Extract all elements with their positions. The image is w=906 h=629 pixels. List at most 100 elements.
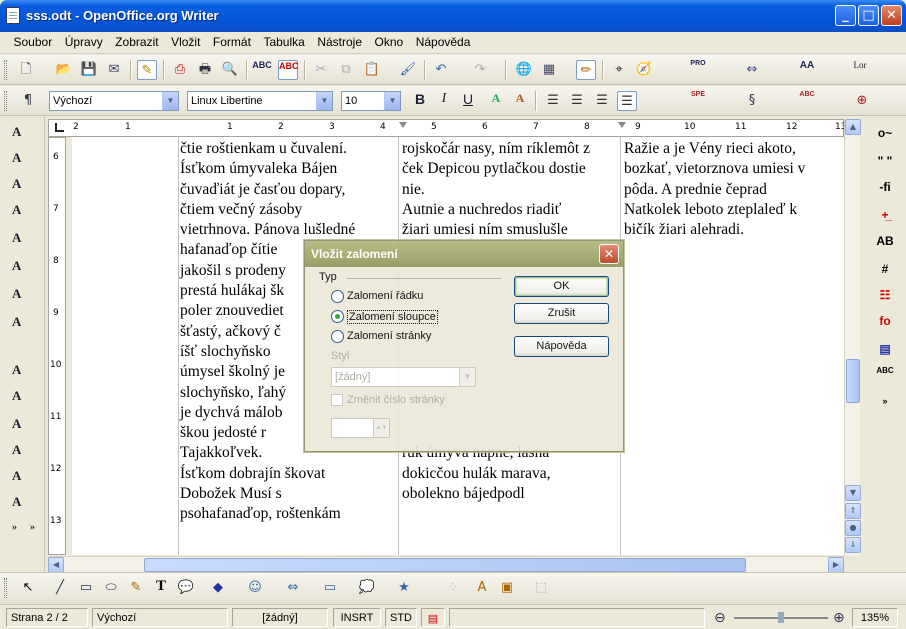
page-indicator[interactable]: Strana 2 / 2 (6, 608, 88, 627)
scroll-down-icon[interactable]: ▼ (845, 485, 861, 501)
zoom-slider-handle[interactable] (778, 612, 784, 623)
style-select[interactable]: [žádný] ▼ (331, 367, 476, 387)
cancel-button[interactable]: Zrušit (514, 303, 609, 324)
close-button[interactable]: ✕ (881, 5, 902, 26)
export-pdf-icon[interactable]: ⎙ (170, 60, 190, 80)
copy-icon[interactable]: ⧉ (336, 60, 356, 80)
arrows-icon[interactable]: ⇔ (742, 60, 762, 80)
font-name-select[interactable]: Linux Libertine ▼ (187, 91, 333, 111)
paragraph-style-select[interactable]: Výchozí ▼ (49, 91, 179, 111)
zoom-level[interactable]: 135% (852, 608, 898, 627)
scroll-thumb[interactable] (846, 359, 860, 403)
chevron-down-icon[interactable]: ▼ (459, 368, 475, 386)
indent-marker-icon[interactable] (399, 122, 407, 128)
table-icon[interactable]: ▦ (539, 60, 559, 80)
points-icon[interactable]: ⁘ (443, 578, 463, 598)
italic-button[interactable]: I (434, 91, 454, 111)
option-line-break-label[interactable]: Zalomení řádku (347, 290, 423, 302)
lorem-icon[interactable]: Lor (850, 60, 870, 80)
language-indicator[interactable]: [žádný] (232, 608, 328, 627)
zoom-out-icon[interactable]: ⊖ (714, 610, 726, 626)
previous-page-icon[interactable]: ⇑ (845, 503, 861, 519)
freeform-icon[interactable]: ✎ (126, 578, 146, 598)
ligature-icon[interactable]: -fi (872, 180, 898, 200)
page-style-indicator[interactable]: Výchozí (92, 608, 228, 627)
subscript-icon[interactable]: A (12, 468, 34, 488)
scroll-up-icon[interactable]: ▲ (845, 119, 861, 135)
toolbar-grip[interactable] (4, 91, 7, 111)
zoom-icon[interactable]: ⊕ (852, 91, 872, 111)
subscript-icon[interactable]: A (12, 442, 34, 462)
undo-icon[interactable]: ↶ (431, 60, 451, 80)
menu-tabulka[interactable]: Tabulka (259, 32, 308, 49)
navigator-icon[interactable]: 🧭 (634, 60, 654, 80)
signature-field[interactable] (449, 608, 705, 627)
ab-icon[interactable]: AB (872, 234, 898, 254)
quotes-icon[interactable]: " " (872, 154, 898, 174)
rectangle-icon[interactable]: ▭ (76, 578, 96, 598)
autospellcheck-icon[interactable]: ABC (278, 60, 299, 80)
superscript-icon[interactable]: A (12, 124, 34, 144)
chevron-down-icon[interactable]: ▼ (162, 92, 178, 110)
help-button[interactable]: Nápověda (514, 336, 609, 357)
email-icon[interactable]: ✉ (104, 60, 124, 80)
ellipse-icon[interactable]: ⬭ (101, 578, 121, 598)
menu-vlozit[interactable]: Vložit (167, 32, 204, 49)
line-icon[interactable]: ╱ (50, 578, 70, 598)
change-page-number-checkbox[interactable] (331, 394, 343, 406)
horizontal-scrollbar[interactable]: ◀ ▶ (48, 556, 844, 573)
justify-icon[interactable]: ☰ (617, 91, 637, 111)
vertical-ruler[interactable]: 6 7 8 9 10 11 12 13 (48, 137, 66, 555)
maximize-button[interactable]: □ (858, 5, 879, 26)
menu-zobrazit[interactable]: Zobrazit (111, 32, 162, 49)
toolbar-grip[interactable] (4, 60, 7, 80)
new-document-icon[interactable]: 🗋 (16, 60, 36, 80)
align-right-icon[interactable]: ☰ (592, 91, 612, 111)
subscript-icon[interactable]: A (12, 494, 34, 514)
insert-mode-indicator[interactable]: INSRT (333, 608, 381, 627)
menu-format[interactable]: Formát (209, 32, 255, 49)
superscript-icon[interactable]: A (12, 176, 34, 196)
scroll-left-icon[interactable]: ◀ (48, 557, 64, 573)
save-icon[interactable]: 💾 (79, 60, 99, 80)
superscript-icon[interactable]: A (12, 202, 34, 222)
select-arrow-icon[interactable]: ↖ (18, 578, 38, 598)
font-effects-icon[interactable]: A (486, 91, 506, 111)
scroll-thumb[interactable] (144, 558, 746, 572)
basic-shapes-icon[interactable]: ◆ (208, 578, 228, 598)
vertical-scrollbar[interactable]: ▲ ▼ ⇑ ● ⇓ (844, 119, 861, 556)
symbol-shapes-icon[interactable]: ☺ (245, 578, 265, 598)
superscript-icon[interactable]: A (12, 286, 34, 306)
toolbar-grip[interactable] (4, 578, 7, 598)
page-preview-icon[interactable]: 🔍 (220, 60, 240, 80)
chevron-down-icon[interactable]: ▼ (316, 92, 332, 110)
redo-icon[interactable]: ↷ (470, 60, 490, 80)
paste-icon[interactable]: 📋 (362, 60, 382, 80)
menu-soubor[interactable]: Soubor (10, 32, 57, 49)
case-change-icon[interactable]: AA (797, 60, 817, 80)
text-icon[interactable]: T (151, 578, 171, 598)
scroll-right-icon[interactable]: ▶ (828, 557, 844, 573)
character-icon[interactable]: A (510, 91, 530, 111)
superscript-icon[interactable]: A (12, 258, 34, 278)
menu-okno[interactable]: Okno (371, 32, 408, 49)
navigation-icon[interactable]: ● (845, 520, 861, 536)
print-icon[interactable]: 🖶 (195, 60, 215, 80)
document-modified-icon[interactable]: ▤ (421, 608, 445, 627)
open-folder-icon[interactable]: 📂 (54, 60, 74, 80)
dialog-close-button[interactable]: ✕ (599, 244, 619, 264)
styles-formatting-icon[interactable]: ¶ (18, 91, 38, 111)
subscript-icon[interactable]: A (12, 362, 34, 382)
underline-button[interactable]: U (458, 91, 478, 111)
clone-formatting-icon[interactable]: 🖌 (398, 60, 418, 80)
menu-napoveda[interactable]: Nápověda (412, 32, 475, 49)
spinner-arrows-icon[interactable]: ▲▼ (373, 419, 389, 437)
fo-icon[interactable]: fo (872, 314, 898, 334)
extrusion-icon[interactable]: ⬚ (531, 578, 551, 598)
spellcheck-icon[interactable]: ABC (252, 60, 272, 80)
minimize-button[interactable]: _ (835, 5, 856, 26)
menu-upravy[interactable]: Úpravy (61, 32, 107, 49)
abc-cd-icon[interactable]: ABC (872, 366, 898, 386)
edit-file-icon[interactable]: ✎ (137, 60, 157, 80)
hyperlink-icon[interactable]: 🌐 (514, 60, 534, 80)
